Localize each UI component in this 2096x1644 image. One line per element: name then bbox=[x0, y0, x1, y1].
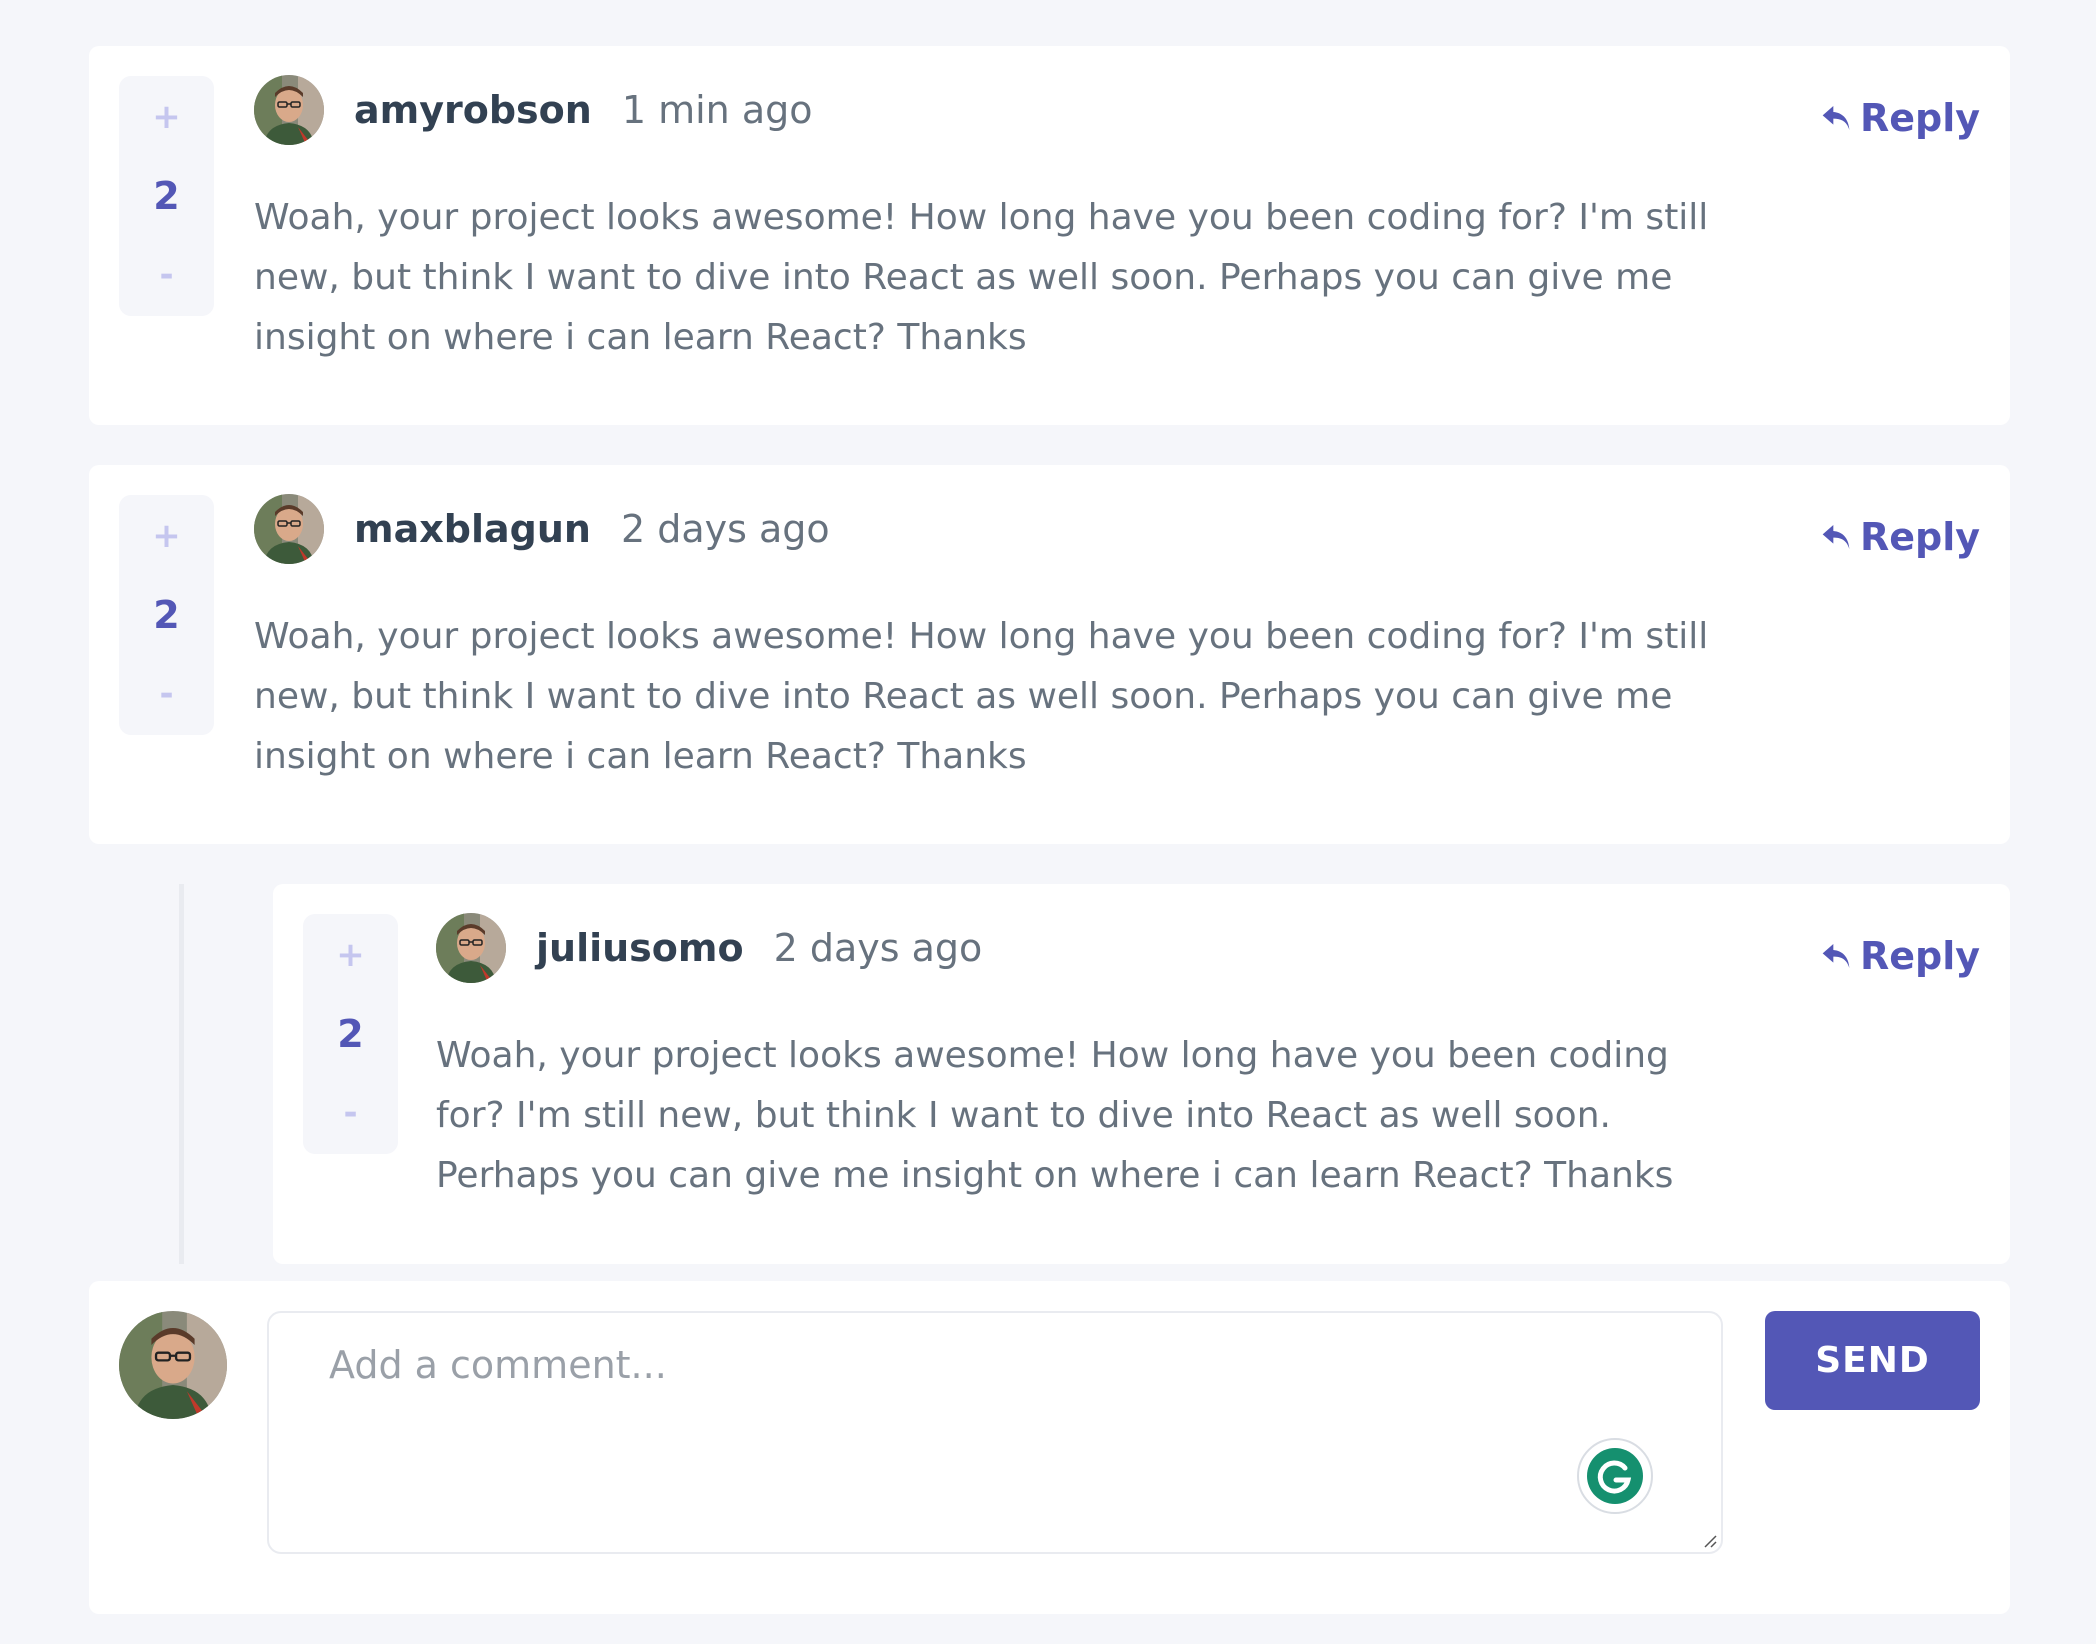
reply-button[interactable]: Reply bbox=[1820, 515, 1980, 559]
comment-content: Woah, your project looks awesome! How lo… bbox=[436, 1035, 1674, 1196]
reply-button-label: Reply bbox=[1859, 934, 1980, 978]
grammarly-icon[interactable] bbox=[1577, 1438, 1653, 1514]
user-avatar-icon bbox=[436, 913, 506, 983]
comment-username[interactable]: juliusomo bbox=[536, 926, 744, 970]
comment-username[interactable]: amyrobson bbox=[354, 88, 592, 132]
comment-timestamp: 1 min ago bbox=[621, 88, 813, 132]
reply-button[interactable]: Reply bbox=[1820, 96, 1980, 140]
user-avatar-icon bbox=[254, 494, 324, 564]
send-button[interactable]: SEND bbox=[1765, 1311, 1980, 1410]
comment-timestamp: 2 days ago bbox=[773, 926, 983, 970]
reply-button[interactable]: Reply bbox=[1820, 934, 1980, 978]
comment-card: + 2 - amyrobson 1 min ago Reply Woah, yo… bbox=[89, 46, 2010, 425]
vote-score: 2 bbox=[153, 174, 180, 218]
user-avatar-icon bbox=[254, 75, 324, 145]
comment-header: juliusomo 2 days ago bbox=[536, 913, 982, 983]
comment-card: + 2 - maxblagun 2 days ago Reply Woah, y… bbox=[89, 465, 2010, 844]
reply-arrow-icon bbox=[1820, 103, 1852, 133]
vote-control: + 2 - bbox=[303, 914, 398, 1154]
vote-score: 2 bbox=[153, 593, 180, 637]
comment-header: amyrobson 1 min ago bbox=[354, 75, 813, 145]
downvote-button[interactable]: - bbox=[343, 1096, 357, 1130]
comment-content: Woah, your project looks awesome! How lo… bbox=[254, 616, 1709, 777]
upvote-button[interactable]: + bbox=[152, 100, 181, 134]
reply-arrow-icon bbox=[1820, 941, 1852, 971]
vote-control: + 2 - bbox=[119, 76, 214, 316]
comment-content: Woah, your project looks awesome! How lo… bbox=[254, 197, 1709, 358]
vote-score: 2 bbox=[337, 1012, 364, 1056]
thread-line bbox=[179, 884, 184, 1264]
comment-input-placeholder: Add a comment... bbox=[329, 1343, 667, 1387]
reply-thread: + 2 - juliusomo 2 days ago Reply Woah, y… bbox=[89, 884, 2010, 1264]
comment-input[interactable]: Add a comment... bbox=[267, 1311, 1723, 1554]
vote-control: + 2 - bbox=[119, 495, 214, 735]
upvote-button[interactable]: + bbox=[336, 938, 365, 972]
comment-timestamp: 2 days ago bbox=[620, 507, 830, 551]
comment-username[interactable]: maxblagun bbox=[354, 507, 591, 551]
comment-header: maxblagun 2 days ago bbox=[354, 494, 830, 564]
downvote-button[interactable]: - bbox=[159, 258, 173, 292]
comment-composer: Add a comment... SEND bbox=[89, 1281, 2010, 1614]
reply-card: + 2 - juliusomo 2 days ago Reply Woah, y… bbox=[273, 884, 2010, 1264]
current-user-avatar-icon bbox=[119, 1311, 227, 1419]
reply-button-label: Reply bbox=[1859, 96, 1980, 140]
reply-button-label: Reply bbox=[1859, 515, 1980, 559]
reply-arrow-icon bbox=[1820, 522, 1852, 552]
comments-app: + 2 - amyrobson 1 min ago Reply Woah, yo… bbox=[89, 46, 2010, 1264]
downvote-button[interactable]: - bbox=[159, 677, 173, 711]
upvote-button[interactable]: + bbox=[152, 519, 181, 553]
resize-handle-icon[interactable] bbox=[1701, 1532, 1717, 1548]
